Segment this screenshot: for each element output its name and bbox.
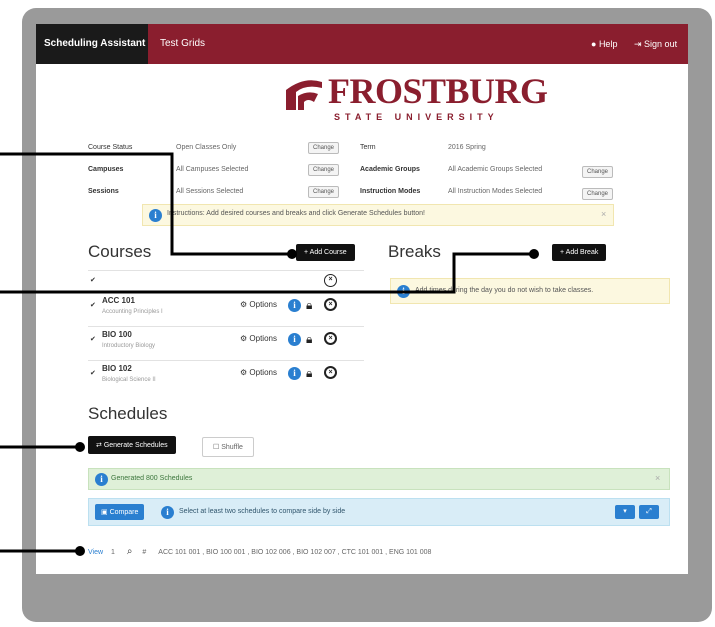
breaks-heading: Breaks <box>388 242 441 261</box>
remove-course-icon[interactable]: × <box>324 298 337 311</box>
generate-schedules-button[interactable]: ⇄ Generate Schedules <box>88 436 176 454</box>
change-sessions-button[interactable]: Change <box>308 186 340 198</box>
gear-icon: ⚙ <box>240 300 250 309</box>
term-label: Term <box>360 144 376 151</box>
course-checkbox[interactable]: ✔ <box>90 335 96 343</box>
sign-out-icon: ⇥ <box>634 39 645 49</box>
course-checkbox[interactable]: ✔ <box>90 301 96 309</box>
close-icon[interactable]: × <box>601 209 606 219</box>
generated-text: Generated 800 Schedules <box>111 475 193 482</box>
campuses-value: All Campuses Selected <box>176 166 249 173</box>
course-info-icon[interactable]: i <box>288 333 301 346</box>
info-icon: i <box>95 473 108 486</box>
checkbox-icon: ☐ <box>213 444 222 451</box>
instructions-text: Instructions: Add desired courses and br… <box>167 210 425 217</box>
frostburg-logo-icon <box>286 80 322 110</box>
lock-icon[interactable]: 🔒︎ <box>306 332 312 347</box>
add-break-button[interactable]: + Add Break <box>552 244 607 261</box>
academic-groups-label: Academic Groups <box>360 166 420 173</box>
hash-icon: # <box>142 549 147 556</box>
sessions-value: All Sessions Selected <box>176 188 244 195</box>
sign-out-link[interactable]: ⇥ Sign out <box>634 24 677 64</box>
info-icon: i <box>397 285 410 298</box>
generated-alert: i Generated 800 Schedules × <box>88 468 670 490</box>
course-code: BIO 102 <box>102 364 132 373</box>
select-all-checkbox[interactable]: ✔ <box>90 276 96 284</box>
app-screen: Scheduling Assistant Test Grids ● Help ⇥… <box>36 24 688 574</box>
course-row: ✔ BIO 102 Biological Science II ⚙ Option… <box>88 360 364 392</box>
instructions-alert: i Instructions: Add desired courses and … <box>142 204 614 226</box>
lock-icon[interactable]: 🔒︎ <box>306 298 312 313</box>
add-course-button[interactable]: + Add Course <box>296 244 355 261</box>
expand-icon[interactable]: ⤢ <box>639 505 659 519</box>
instruction-modes-value: All Instruction Modes Selected <box>448 188 543 195</box>
compare-bar: ▣ Compare i Select at least two schedule… <box>88 498 670 526</box>
change-academic-groups-button[interactable]: Change <box>582 166 614 178</box>
compare-icon: ▣ <box>101 509 110 516</box>
remove-all-icon[interactable]: × <box>324 274 337 287</box>
app-title[interactable]: Scheduling Assistant <box>36 24 148 64</box>
breaks-note-text: Add times during the day you do not wish… <box>415 287 594 294</box>
logo-name: FROSTBURG <box>328 71 548 111</box>
toggle-view-icon[interactable]: ▾ <box>615 505 635 519</box>
course-info-icon[interactable]: i <box>288 299 301 312</box>
schedule-course-list: ACC 101 001 , BIO 100 001 , BIO 102 006 … <box>158 549 432 556</box>
top-navbar: Scheduling Assistant Test Grids ● Help ⇥… <box>36 24 688 64</box>
course-name: Biological Science II <box>102 377 156 383</box>
academic-groups-value: All Academic Groups Selected <box>448 166 543 173</box>
compare-text: Select at least two schedules to compare… <box>179 508 346 515</box>
help-icon: ● <box>591 39 599 49</box>
info-icon: i <box>149 209 162 222</box>
help-link[interactable]: ● Help <box>591 24 617 64</box>
schedule-footer: View 1 ⌕ # ACC 101 001 , BIO 100 001 , B… <box>88 546 431 557</box>
view-link[interactable]: View <box>88 549 103 556</box>
refresh-icon: ⇄ <box>96 442 104 449</box>
test-grids-link[interactable]: Test Grids <box>160 24 205 64</box>
course-code: BIO 100 <box>102 330 132 339</box>
lock-icon[interactable]: 🔒︎ <box>306 366 312 381</box>
course-row: ✔ ACC 101 Accounting Principles I ⚙ Opti… <box>88 292 364 324</box>
change-course-status-button[interactable]: Change <box>308 142 340 154</box>
course-code: ACC 101 <box>102 296 135 305</box>
course-row: ✔ BIO 100 Introductory Biology ⚙ Options… <box>88 326 364 358</box>
gear-icon: ⚙ <box>240 368 250 377</box>
course-options-button[interactable]: ⚙ Options <box>240 334 277 343</box>
instruction-modes-label: Instruction Modes <box>360 188 421 195</box>
logo-subtitle: STATE UNIVERSITY <box>334 112 499 122</box>
gear-icon: ⚙ <box>240 334 250 343</box>
course-name: Introductory Biology <box>102 343 156 349</box>
shuffle-button[interactable]: ☐ Shuffle <box>202 437 254 457</box>
term-value: 2016 Spring <box>448 144 486 151</box>
page-number: 1 <box>111 549 115 556</box>
sessions-label: Sessions <box>88 188 119 195</box>
courses-heading: Courses <box>88 242 152 261</box>
magnify-icon[interactable]: ⌕ <box>127 546 133 557</box>
remove-course-icon[interactable]: × <box>324 332 337 345</box>
remove-course-icon[interactable]: × <box>324 366 337 379</box>
course-options-button[interactable]: ⚙ Options <box>240 368 277 377</box>
course-status-value: Open Classes Only <box>176 144 237 151</box>
course-checkbox[interactable]: ✔ <box>90 369 96 377</box>
info-icon: i <box>161 506 174 519</box>
breaks-alert: i Add times during the day you do not wi… <box>390 278 670 304</box>
course-info-icon[interactable]: i <box>288 367 301 380</box>
schedules-heading: Schedules <box>88 404 168 423</box>
close-icon[interactable]: × <box>655 473 660 483</box>
change-instruction-modes-button[interactable]: Change <box>582 188 614 200</box>
campuses-label: Campuses <box>88 166 124 173</box>
courses-header-row: ✔ × <box>88 270 364 292</box>
course-name: Accounting Principles I <box>102 309 163 315</box>
compare-button[interactable]: ▣ Compare <box>95 504 145 520</box>
change-campuses-button[interactable]: Change <box>308 164 340 176</box>
course-status-label: Course Status <box>88 144 133 151</box>
course-options-button[interactable]: ⚙ Options <box>240 300 277 309</box>
